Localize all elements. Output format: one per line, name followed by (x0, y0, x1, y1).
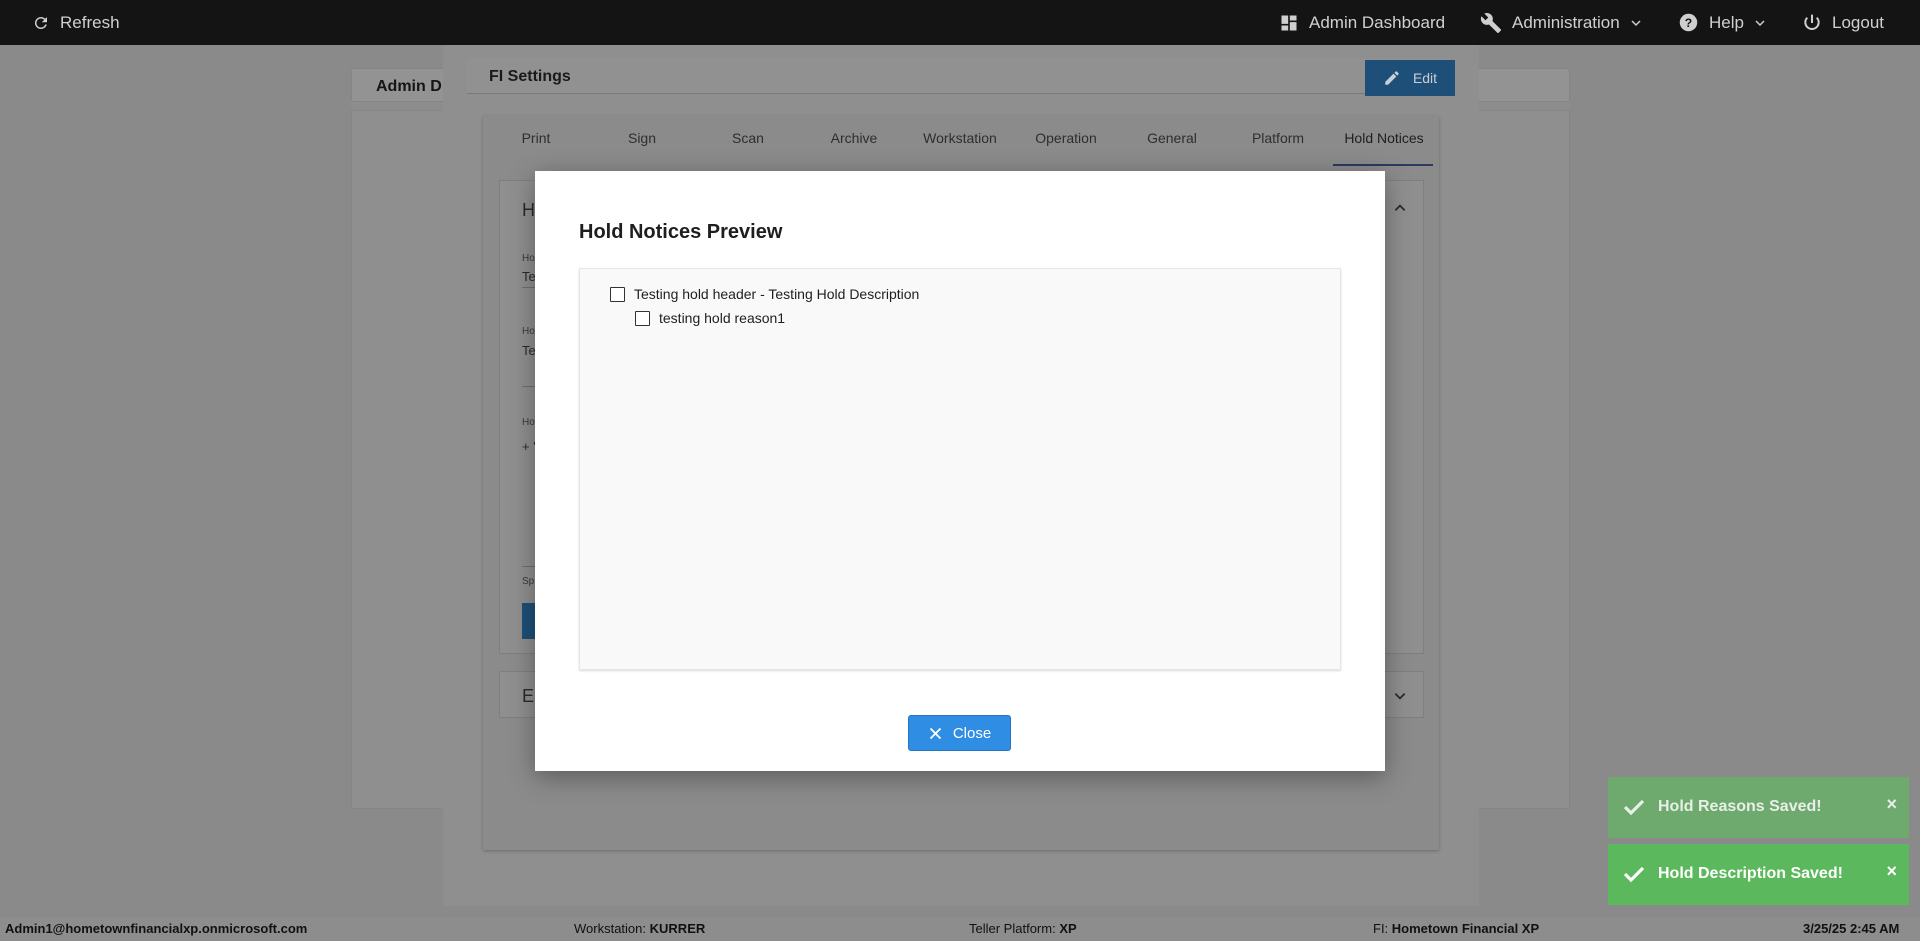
close-button[interactable]: Close (908, 715, 1011, 751)
refresh-label: Refresh (60, 12, 120, 32)
toast-hold-description-saved: Hold Description Saved! × (1608, 844, 1909, 905)
help-icon: ? (1679, 13, 1698, 32)
field-value: Te (522, 269, 536, 284)
field-label: Ho (522, 253, 535, 264)
fi-settings-header: FI Settings (467, 58, 1455, 94)
admin-dashboard-label: Admin Dashboard (1309, 12, 1446, 32)
preview-item-label: testing hold reason1 (659, 310, 786, 326)
refresh-icon (34, 16, 47, 29)
status-datetime: 3/25/25 2:45 AM (1803, 921, 1900, 936)
power-icon (1804, 14, 1820, 30)
background-page-title: Admin D (376, 78, 442, 95)
status-bar: Admin1@hometownfinancialxp.onmicrosoft.c… (0, 917, 1920, 941)
tab-archive[interactable]: Archive (801, 130, 907, 146)
toast-close-icon[interactable]: × (1886, 861, 1897, 882)
refresh-button[interactable]: Refresh (32, 0, 120, 45)
status-workstation: Workstation: KURRER (574, 921, 706, 936)
status-user: Admin1@hometownfinancialxp.onmicrosoft.c… (5, 921, 308, 936)
close-label: Close (952, 724, 992, 742)
tab-platform[interactable]: Platform (1225, 130, 1331, 146)
pencil-icon (1385, 71, 1399, 85)
hold-header-checkbox[interactable] (610, 286, 625, 302)
toast-close-icon[interactable]: × (1886, 794, 1897, 815)
preview-item-reason: testing hold reason1 (635, 310, 785, 326)
active-tab-indicator (1333, 164, 1433, 166)
tab-scan[interactable]: Scan (695, 130, 801, 146)
field-label: Ho (522, 417, 535, 428)
toast-message: Hold Description Saved! (1658, 865, 1843, 882)
help-label: Help (1709, 12, 1744, 32)
preview-item-label: Testing hold header - Testing Hold Descr… (634, 286, 920, 302)
administration-menu[interactable]: Administration (1480, 0, 1642, 45)
logout-button[interactable]: Logout (1802, 0, 1884, 45)
tab-hold-notices[interactable]: Hold Notices (1331, 130, 1437, 146)
dialog-title: Hold Notices Preview (579, 221, 783, 243)
tab-sign[interactable]: Sign (589, 130, 695, 146)
field-value: + ' (522, 439, 536, 454)
tab-operation[interactable]: Operation (1013, 130, 1119, 146)
status-platform: Teller Platform: XP (969, 921, 1077, 936)
edit-label: Edit (1412, 70, 1438, 86)
tab-workstation[interactable]: Workstation (907, 130, 1013, 146)
tab-general[interactable]: General (1119, 130, 1225, 146)
edit-button[interactable]: Edit (1365, 60, 1455, 96)
status-fi: FI: Hometown Financial XP (1373, 921, 1540, 936)
chevron-down-icon (1755, 19, 1765, 26)
help-menu[interactable]: ? Help (1678, 0, 1766, 45)
hold-reason-checkbox[interactable] (635, 310, 650, 326)
checkmark-icon (1623, 866, 1645, 883)
checkmark-icon (1623, 799, 1645, 816)
section-title: E (522, 686, 535, 706)
administration-label: Administration (1512, 12, 1620, 32)
section-title: H (522, 200, 535, 220)
field-label: Sp (522, 576, 535, 587)
settings-tabs: Print Sign Scan Archive Workstation Oper… (483, 116, 1439, 166)
wrench-icon (1480, 12, 1502, 33)
field-value: Te (522, 343, 536, 358)
tab-print[interactable]: Print (483, 130, 589, 146)
preview-item-header: Testing hold header - Testing Hold Descr… (610, 286, 919, 302)
top-navbar: Refresh Admin Dashboard Administration ?… (0, 0, 1920, 45)
admin-dashboard-link[interactable]: Admin Dashboard (1279, 0, 1445, 45)
preview-content: Testing hold header - Testing Hold Descr… (579, 268, 1341, 670)
chevron-up-icon[interactable] (1393, 201, 1407, 215)
chevron-down-icon[interactable] (1393, 689, 1407, 703)
dashboard-icon (1281, 15, 1297, 30)
fi-settings-title: FI Settings (489, 68, 571, 85)
svg-text:?: ? (1685, 16, 1692, 30)
toast-message: Hold Reasons Saved! (1658, 798, 1822, 815)
logout-label: Logout (1832, 12, 1884, 32)
hold-notices-preview-dialog: Hold Notices Preview Testing hold header… (535, 171, 1385, 771)
field-label: Ho (522, 326, 535, 337)
toast-hold-reasons-saved: Hold Reasons Saved! × (1608, 777, 1909, 838)
chevron-down-icon (1631, 19, 1641, 26)
close-icon (929, 727, 941, 739)
